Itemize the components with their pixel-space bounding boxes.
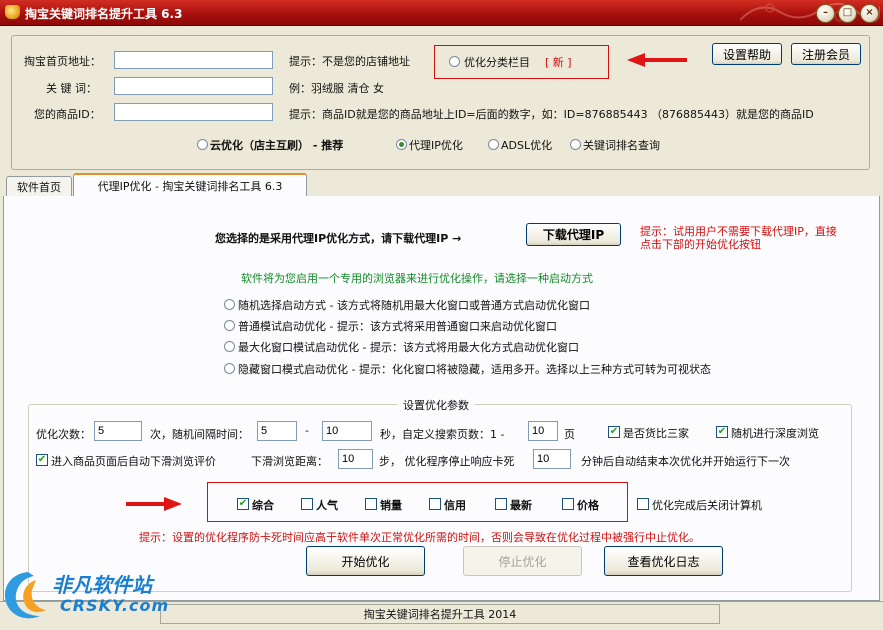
product-id-input[interactable] — [114, 103, 273, 121]
sort-label-sales[interactable]: 销量 — [380, 497, 402, 513]
new-badge: [ 新 ] — [545, 56, 572, 69]
start-optimize-button[interactable]: 开始优化 — [306, 546, 425, 576]
start-mode-label-normal[interactable]: 普通模试启动优化 - 提示：该方式将采用普通窗口来启动优化窗口 — [238, 318, 557, 334]
scroll-review-checkbox[interactable]: ✔ — [36, 454, 48, 466]
close-button[interactable]: × — [860, 4, 879, 23]
sort-label-newest[interactable]: 最新 — [510, 497, 532, 513]
interval-dash: - — [305, 424, 309, 437]
shutdown-checkbox[interactable] — [637, 498, 649, 510]
start-mode-label-hidden[interactable]: 隐藏窗口模式启动优化 - 提示：化化窗口将被隐藏，适用多开。选择以上三种方式可转… — [238, 361, 711, 377]
product-id-label: 您的商品ID： — [34, 108, 101, 121]
mode-label-proxy[interactable]: 代理IP优化 — [409, 137, 463, 153]
sort-checkbox-price[interactable] — [562, 498, 574, 510]
watermark-logo-icon — [4, 572, 46, 619]
mode-radio-adsl[interactable] — [488, 139, 499, 150]
start-mode-radio-hidden[interactable] — [224, 363, 235, 374]
interval-max-input[interactable] — [322, 421, 372, 441]
maximize-button[interactable]: □ — [838, 4, 857, 23]
minimize-button[interactable]: – — [816, 4, 835, 23]
start-mode-label-random[interactable]: 随机选择启动方式 - 该方式将随机用最大化窗口或普通方式启动优化窗口 — [238, 297, 590, 313]
warning-text: 提示：设置的优化程序防卡死时间应高于软件单次正常优化所需的时间，否则会导致在优化… — [139, 531, 700, 544]
help-button[interactable]: 设置帮助 — [712, 43, 782, 65]
sort-checkbox-credit[interactable] — [429, 498, 441, 510]
view-log-button[interactable]: 查看优化日志 — [604, 546, 723, 576]
sort-checkbox-composite[interactable]: ✔ — [237, 498, 249, 510]
sort-checkbox-newest[interactable] — [495, 498, 507, 510]
mode-label-cloud[interactable]: 云优化（店主互刷） - 推荐 — [210, 137, 343, 153]
tab-proxy-ip[interactable]: 代理IP优化 - 掏宝关键词排名工具 6.3 — [73, 173, 307, 197]
sort-checkbox-sales[interactable] — [365, 498, 377, 510]
start-mode-radio-normal[interactable] — [224, 320, 235, 331]
tab-home[interactable]: 软件首页 — [6, 176, 72, 196]
trial-hint-line2: 点击下部的开始优化按钮 — [640, 238, 761, 251]
stop-minutes-input[interactable] — [533, 449, 571, 469]
sort-checkbox-popularity[interactable] — [301, 498, 313, 510]
mode-radio-rank-query[interactable] — [570, 139, 581, 150]
pages-label: 秒，自定义搜索页数：1 - — [380, 428, 505, 441]
browser-notice: 软件将为您启用一个专用的浏览器来进行优化操作，请选择一种启动方式 — [241, 272, 593, 285]
pages-unit: 页 — [564, 428, 575, 441]
sort-label-popularity[interactable]: 人气 — [316, 497, 338, 513]
shutdown-label[interactable]: 优化完成后关闭计算机 — [652, 497, 762, 513]
keyword-hint: 例：羽绒服 清仓 女 — [289, 82, 384, 95]
start-mode-radio-random[interactable] — [224, 299, 235, 310]
sort-label-composite[interactable]: 综合 — [252, 497, 274, 513]
shop-url-hint: 提示：不是您的店铺地址 — [289, 55, 410, 68]
deep-browse-label[interactable]: 随机进行深度浏览 — [731, 425, 819, 441]
interval-min-input[interactable] — [257, 421, 297, 441]
shop-url-label: 掏宝首页地址： — [24, 55, 101, 68]
arrow-right-icon — [126, 497, 182, 511]
deep-browse-checkbox[interactable]: ✔ — [716, 426, 728, 438]
category-opt-radio[interactable] — [449, 56, 460, 67]
scroll-distance-label: 下滑浏览距离： — [251, 455, 328, 468]
category-opt-label[interactable]: 优化分类栏目 — [464, 54, 530, 70]
stop-label: 步， 优化程序停止响应卡死 — [379, 455, 515, 468]
register-button[interactable]: 注册会员 — [791, 43, 861, 65]
title-bar: 掏宝关键词排名提升工具 6.3 – □ × — [0, 0, 883, 26]
app-icon — [5, 5, 20, 19]
product-id-hint: 提示：商品ID就是您的商品地址上ID=后面的数字，如：ID=876885443 … — [289, 108, 814, 121]
download-proxy-button[interactable]: 下载代理IP — [526, 223, 621, 246]
compare-three-checkbox[interactable]: ✔ — [608, 426, 620, 438]
start-mode-radio-maximized[interactable] — [224, 341, 235, 352]
pages-input[interactable] — [528, 421, 558, 441]
watermark: 非凡软件站 CRSKY.com — [0, 566, 168, 629]
shop-url-input[interactable] — [114, 51, 273, 69]
stop-suffix: 分钟后自动结束本次优化并开始运行下一次 — [581, 455, 790, 468]
watermark-brand: 非凡软件站 — [52, 573, 152, 597]
mode-radio-proxy[interactable] — [396, 139, 407, 150]
keyword-label: 关 键 词： — [46, 82, 97, 95]
mode-label-adsl[interactable]: ADSL优化 — [501, 137, 552, 153]
sort-label-price[interactable]: 价格 — [577, 497, 599, 513]
mode-radio-cloud[interactable] — [197, 139, 208, 150]
scroll-review-label[interactable]: 进入商品页面后自动下滑浏览评价 — [51, 453, 216, 469]
watermark-domain: CRSKY.com — [60, 596, 170, 615]
stop-optimize-button[interactable]: 停止优化 — [463, 546, 582, 576]
scroll-distance-input[interactable] — [338, 449, 373, 469]
count-input[interactable] — [94, 421, 142, 441]
compare-three-label[interactable]: 是否货比三家 — [623, 425, 689, 441]
arrow-left-icon — [627, 53, 687, 67]
params-group-title: 设置优化参数 — [398, 397, 474, 413]
mode-label-rank-query[interactable]: 关键词排名查询 — [583, 137, 660, 153]
proxy-prompt: 您选择的是采用代理IP优化方式，请下载代理IP → — [215, 232, 462, 245]
title-decoration — [740, 3, 880, 23]
start-mode-label-maximized[interactable]: 最大化窗口模试启动优化 - 提示：该方式将用最大化方式启动优化窗口 — [238, 339, 579, 355]
window-title: 掏宝关键词排名提升工具 6.3 — [25, 7, 183, 21]
count-label: 优化次数： — [36, 428, 91, 441]
interval-label: 次，随机间隔时间： — [150, 428, 249, 441]
status-text: 掏宝关键词排名提升工具 2014 — [160, 604, 720, 624]
keyword-input[interactable] — [114, 77, 273, 95]
sort-label-credit[interactable]: 信用 — [444, 497, 466, 513]
